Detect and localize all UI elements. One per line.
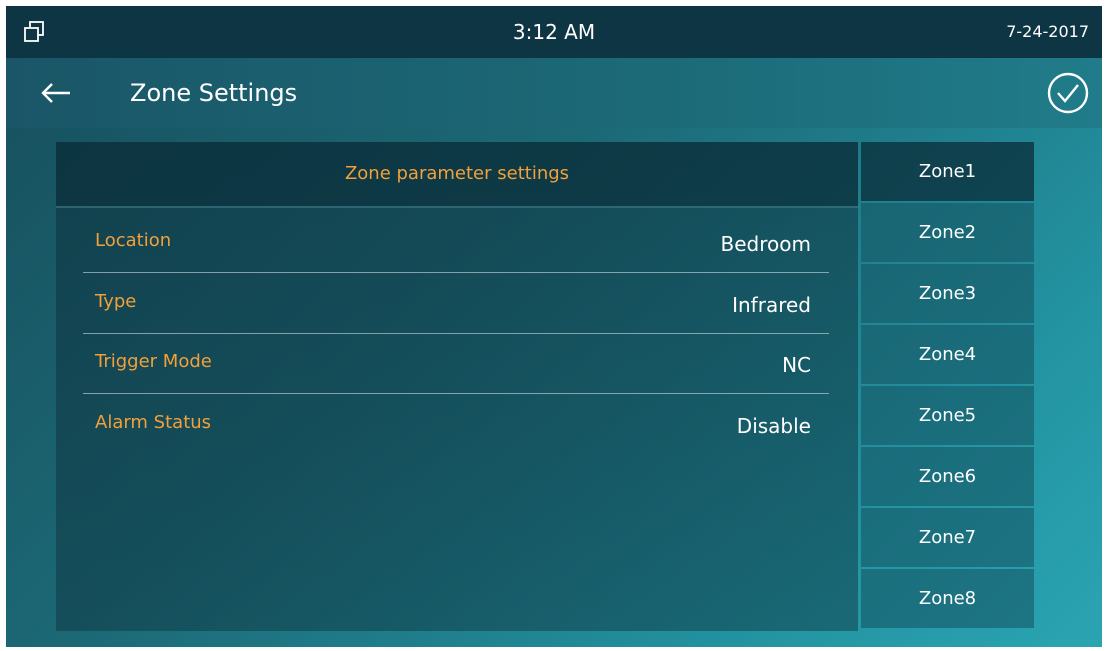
zone-parameter-panel: Zone parameter settings Location Bedroom… [56,142,858,631]
setting-label: Location [95,230,172,251]
screen: 3:12 AM 7-24-2017 Zone Settings Zone par… [6,6,1102,647]
check-circle-icon[interactable] [1046,71,1090,115]
setting-row-location[interactable]: Location Bedroom [83,212,829,273]
title-bar: Zone Settings [6,58,1102,128]
page-title: Zone Settings [130,79,298,107]
panel-header: Zone parameter settings [56,142,858,208]
setting-value: Bedroom [720,232,811,256]
zone-tab-3[interactable]: Zone3 [861,264,1034,323]
zone-tab-6[interactable]: Zone6 [861,447,1034,506]
zone-tab-5[interactable]: Zone5 [861,386,1034,445]
zone-tab-2[interactable]: Zone2 [861,203,1034,262]
status-date: 7-24-2017 [1006,22,1089,41]
setting-row-type[interactable]: Type Infrared [83,273,829,334]
setting-value: Infrared [732,293,811,317]
zone-tab-4[interactable]: Zone4 [861,325,1034,384]
setting-label: Trigger Mode [95,351,212,372]
setting-row-alarm-status[interactable]: Alarm Status Disable [83,394,829,454]
back-arrow-icon[interactable] [38,78,74,108]
setting-row-trigger-mode[interactable]: Trigger Mode NC [83,333,829,394]
setting-label: Type [95,291,137,312]
zone-tab-8[interactable]: Zone8 [861,569,1034,628]
zone-tab-1[interactable]: Zone1 [861,142,1034,201]
setting-label: Alarm Status [95,412,212,433]
setting-value: Disable [736,414,811,438]
status-time: 3:12 AM [512,20,596,44]
zone-list: Zone1 Zone2 Zone3 Zone4 Zone5 Zone6 Zone… [861,142,1034,631]
zone-tab-7[interactable]: Zone7 [861,508,1034,567]
setting-value: NC [782,353,811,377]
status-bar: 3:12 AM 7-24-2017 [6,6,1102,58]
